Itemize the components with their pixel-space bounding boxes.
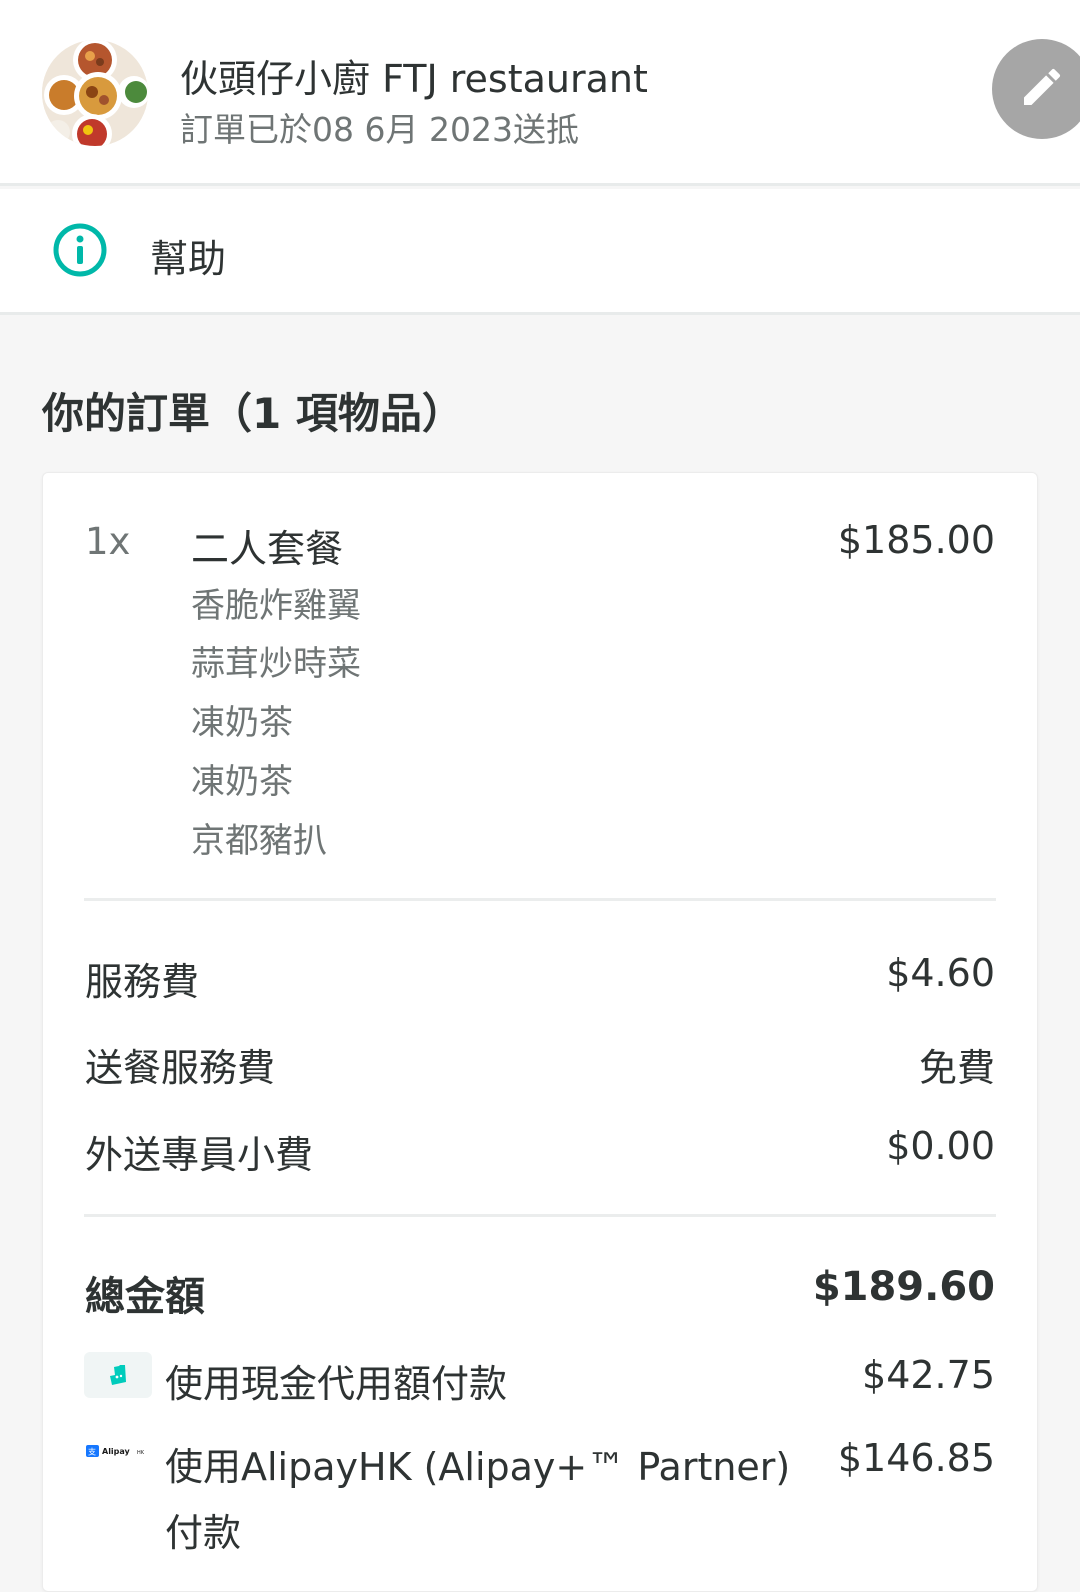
item-price: $185.00 [837, 518, 995, 562]
payment-alipay-label: 使用AlipayHK (Alipay+™ Partner) [165, 1445, 791, 1489]
total-label: 總金額 [85, 1274, 205, 1320]
payment-alipay-value: $146.85 [837, 1436, 995, 1480]
item-modifier: 香脆炸雞翼 [191, 586, 361, 626]
svg-text:支: 支 [88, 1447, 96, 1457]
item-modifier: 京都豬扒 [191, 821, 327, 861]
payment-alipay-label-line2: 付款 [165, 1511, 242, 1555]
order-title: 你的訂單（1 項物品） [42, 389, 464, 438]
item-modifier: 凍奶茶 [191, 762, 293, 802]
alipay-icon-suffix: HK [137, 1450, 145, 1456]
divider [84, 1214, 996, 1217]
help-label[interactable]: 幫助 [150, 228, 226, 283]
service-fee-value: $4.60 [886, 951, 995, 995]
payment-credit-label: 使用現金代用額付款 [165, 1362, 508, 1406]
rider-tip-value: $0.00 [886, 1124, 995, 1168]
deliveroo-icon [84, 1352, 152, 1398]
item-modifier: 凍奶茶 [191, 703, 293, 743]
rider-tip-label: 外送專員小費 [85, 1133, 314, 1177]
divider [84, 898, 996, 901]
delivery-status: 訂單已於08 6月 2023送抵 [180, 110, 579, 149]
delivery-fee-value: 免費 [918, 1046, 995, 1090]
restaurant-avatar [42, 40, 148, 146]
alipay-icon: 支 Alipay HK [84, 1440, 152, 1462]
payment-credit-value: $42.75 [862, 1353, 995, 1397]
item-quantity: 1x [85, 520, 131, 563]
info-icon [52, 222, 108, 278]
item-name: 二人套餐 [191, 527, 344, 571]
service-fee-label: 服務費 [85, 960, 200, 1004]
restaurant-name: 伙頭仔小廚 FTJ restaurant [180, 57, 648, 101]
item-modifier: 蒜茸炒時菜 [191, 644, 361, 684]
pencil-icon [1018, 63, 1066, 115]
total-value: $189.60 [812, 1264, 995, 1310]
alipay-icon-text: Alipay [102, 1447, 131, 1456]
delivery-fee-label: 送餐服務費 [85, 1046, 276, 1090]
